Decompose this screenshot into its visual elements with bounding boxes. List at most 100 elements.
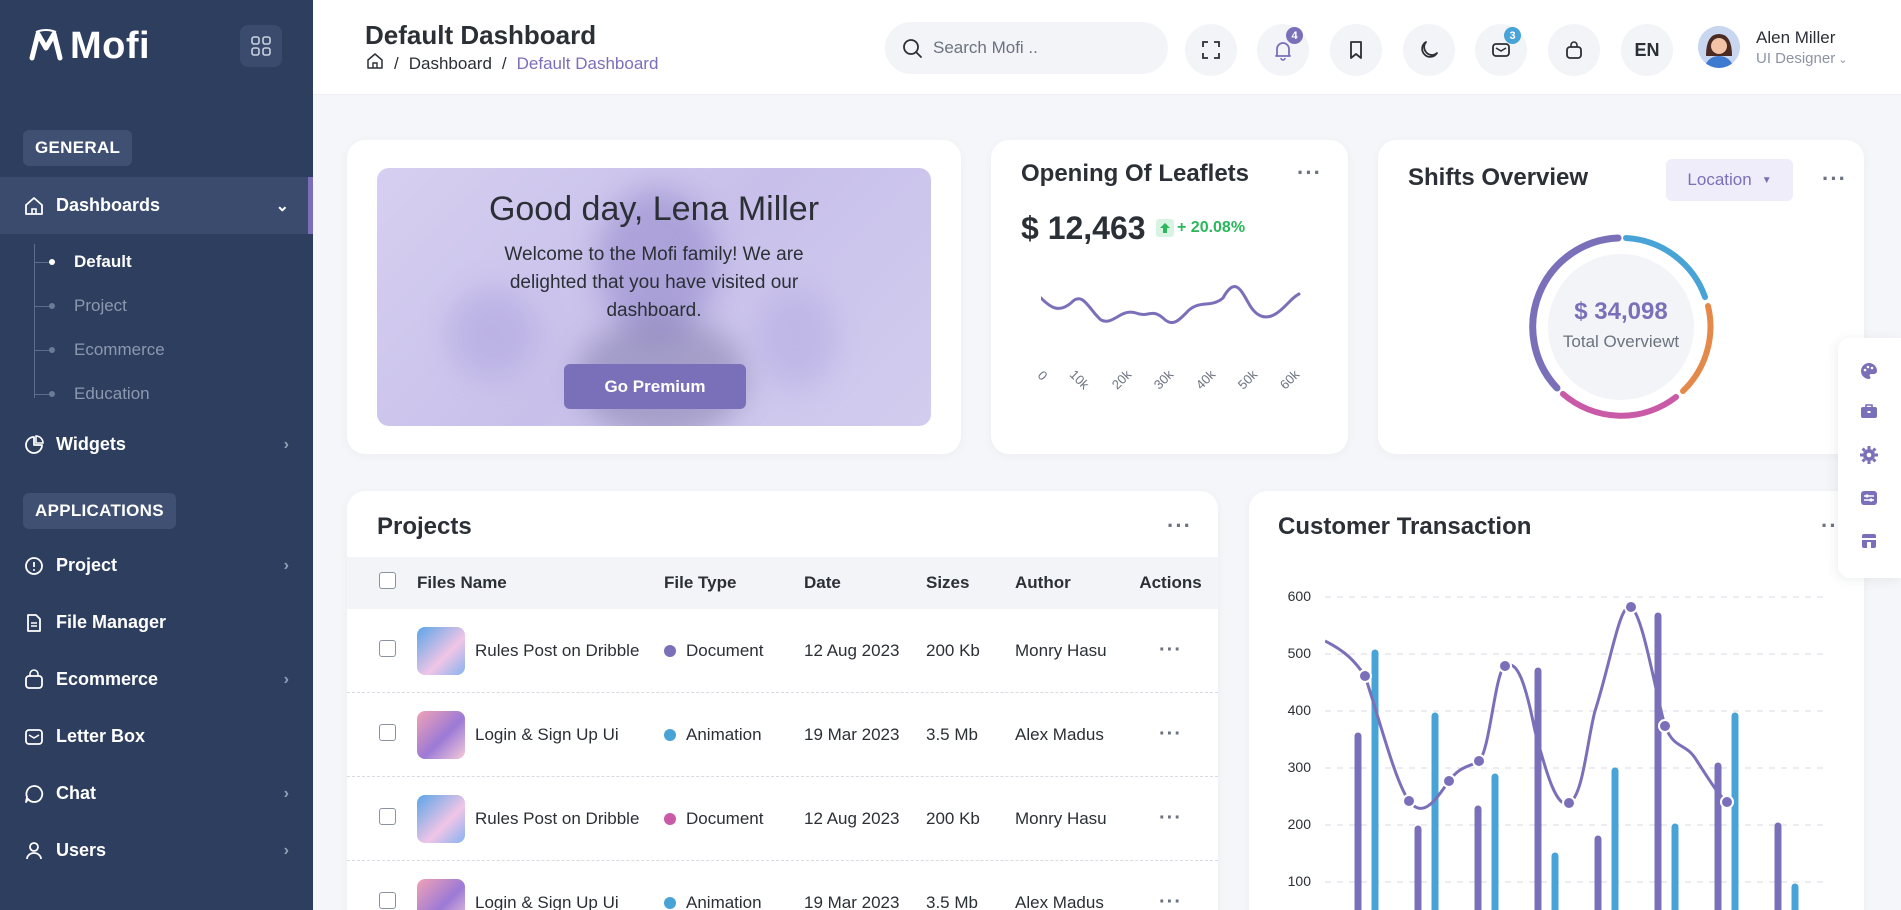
- sidebar-item-letter-box[interactable]: Letter Box: [0, 708, 313, 765]
- palette-icon[interactable]: [1858, 360, 1880, 382]
- greeting-text: Good day, Lena Miller: [488, 190, 820, 228]
- select-all-checkbox[interactable]: [379, 572, 396, 589]
- x-tick: 0: [1034, 367, 1051, 384]
- welcome-message: Welcome to the Mofi family! We are delig…: [504, 244, 804, 321]
- row-checkbox[interactable]: [379, 891, 396, 909]
- card-title: Shifts Overview: [1408, 164, 1589, 191]
- sidebar-item-project[interactable]: Project ›: [0, 537, 313, 594]
- sidebar-item-chat[interactable]: Chat ›: [0, 765, 313, 822]
- file-date: 12 Aug 2023: [804, 808, 900, 828]
- file-thumbnail: [417, 626, 465, 675]
- file-name[interactable]: Rules Post on Dribble: [475, 808, 639, 829]
- welcome-banner: Good day, Lena Miller Welcome to the Mof…: [377, 168, 931, 426]
- go-premium-button[interactable]: Go Premium: [564, 364, 746, 409]
- cart-button[interactable]: [1548, 24, 1600, 76]
- sidebar-item-file-manager[interactable]: File Manager: [0, 594, 313, 651]
- messages-button[interactable]: 3: [1475, 24, 1527, 76]
- shopping-bag-icon: [1566, 41, 1582, 59]
- y-tick: 500: [1287, 645, 1311, 661]
- user-role: UI Designer: [1756, 49, 1836, 67]
- breadcrumb-dashboard[interactable]: Dashboard: [409, 54, 492, 74]
- row-checkbox[interactable]: [379, 723, 396, 741]
- row-actions-icon[interactable]: ···: [1159, 639, 1182, 661]
- language-button[interactable]: EN: [1621, 24, 1673, 76]
- user-profile[interactable]: Alen Miller UI Designer ⌄: [1698, 26, 1847, 68]
- row-actions-icon[interactable]: ···: [1159, 723, 1182, 745]
- store-icon[interactable]: [1858, 530, 1880, 552]
- sliders-icon[interactable]: [1858, 487, 1880, 509]
- language-label: EN: [1634, 39, 1660, 60]
- card-title: Projects: [377, 513, 472, 540]
- home-icon[interactable]: [366, 52, 384, 75]
- submenu-item-education[interactable]: Education: [34, 372, 313, 416]
- fullscreen-button[interactable]: [1185, 24, 1237, 76]
- mail-icon: [22, 725, 46, 749]
- row-actions-icon[interactable]: ···: [1159, 891, 1182, 910]
- sidebar-item-ecommerce[interactable]: Ecommerce ›: [0, 651, 313, 708]
- chat-icon: [22, 782, 46, 806]
- growth-indicator: + 20.08%: [1156, 219, 1245, 237]
- sidebar-item-widgets[interactable]: Widgets ›: [0, 416, 313, 473]
- x-tick: 20k: [1108, 366, 1135, 393]
- message-count-badge: 3: [1504, 27, 1521, 44]
- table-row: Login & Sign Up Ui Animation 19 Mar 2023…: [347, 861, 1218, 910]
- notifications-button[interactable]: 4: [1257, 24, 1309, 76]
- briefcase-icon[interactable]: [1858, 400, 1880, 422]
- file-type: Document: [686, 640, 764, 660]
- file-type: Document: [686, 808, 764, 828]
- file-thumbnail: [417, 794, 465, 843]
- submenu-item-ecommerce[interactable]: Ecommerce: [34, 328, 313, 372]
- file-date: 19 Mar 2023: [804, 892, 900, 910]
- table-row: Rules Post on Dribble Document 12 Aug 20…: [347, 777, 1218, 861]
- row-checkbox[interactable]: [379, 639, 396, 657]
- row-actions-icon[interactable]: ···: [1159, 807, 1182, 829]
- trend-point: [1358, 669, 1372, 683]
- row-checkbox[interactable]: [379, 807, 396, 825]
- file-name[interactable]: Login & Sign Up Ui: [475, 724, 619, 745]
- more-options-icon[interactable]: ···: [1297, 162, 1322, 184]
- file-author: Monry Hasu: [1015, 640, 1107, 660]
- file-name[interactable]: Login & Sign Up Ui: [475, 892, 619, 910]
- toggle-sidebar-button[interactable]: [240, 25, 282, 67]
- file-name[interactable]: Rules Post on Dribble: [475, 640, 639, 661]
- notification-count-badge: 4: [1286, 27, 1303, 44]
- growth-value: + 20.08%: [1177, 219, 1246, 236]
- trend-point: [1472, 754, 1486, 768]
- more-options-icon[interactable]: ···: [1822, 168, 1847, 190]
- x-tick: 50k: [1234, 366, 1261, 393]
- section-general: GENERAL: [23, 130, 133, 166]
- breadcrumb-current: Default Dashboard: [516, 53, 659, 73]
- y-tick: 100: [1287, 873, 1311, 889]
- location-label: Location: [1687, 170, 1752, 189]
- bookmarks-button[interactable]: [1330, 24, 1382, 76]
- search-box[interactable]: [885, 22, 1168, 74]
- logo-icon: [26, 26, 66, 66]
- grid-icon: [251, 36, 271, 56]
- sidebar-item-label: Ecommerce: [56, 669, 159, 689]
- y-tick: 400: [1287, 702, 1311, 718]
- file-date: 19 Mar 2023: [804, 724, 900, 744]
- sidebar-item-dashboards[interactable]: Dashboards ⌄: [0, 177, 313, 234]
- brand[interactable]: Mofi: [0, 0, 313, 92]
- dark-mode-button[interactable]: [1403, 24, 1455, 76]
- chevron-right-icon: ›: [283, 556, 289, 574]
- file-author: Alex Madus: [1015, 892, 1104, 910]
- file-type-dot: [664, 812, 676, 825]
- submenu-item-default[interactable]: Default: [34, 240, 313, 284]
- bookmark-icon: [1350, 41, 1362, 59]
- location-dropdown[interactable]: Location ▼: [1666, 159, 1793, 201]
- shopping-bag-icon: [22, 668, 46, 692]
- leaflets-card: Opening Of Leaflets ··· $ 12,463 + 20.08…: [991, 140, 1348, 454]
- gear-icon[interactable]: [1858, 444, 1880, 466]
- search-icon: [903, 39, 922, 58]
- trend-point: [1624, 600, 1638, 614]
- file-date: 12 Aug 2023: [804, 640, 900, 660]
- search-input[interactable]: [933, 38, 1153, 58]
- transaction-chart: [1325, 596, 1825, 910]
- file-author: Monry Hasu: [1015, 808, 1107, 828]
- trend-point: [1402, 794, 1416, 808]
- submenu-item-project[interactable]: Project: [34, 284, 313, 328]
- sidebar-item-users[interactable]: Users ›: [0, 822, 313, 879]
- more-options-icon[interactable]: ···: [1167, 515, 1192, 537]
- y-tick: 200: [1287, 816, 1311, 832]
